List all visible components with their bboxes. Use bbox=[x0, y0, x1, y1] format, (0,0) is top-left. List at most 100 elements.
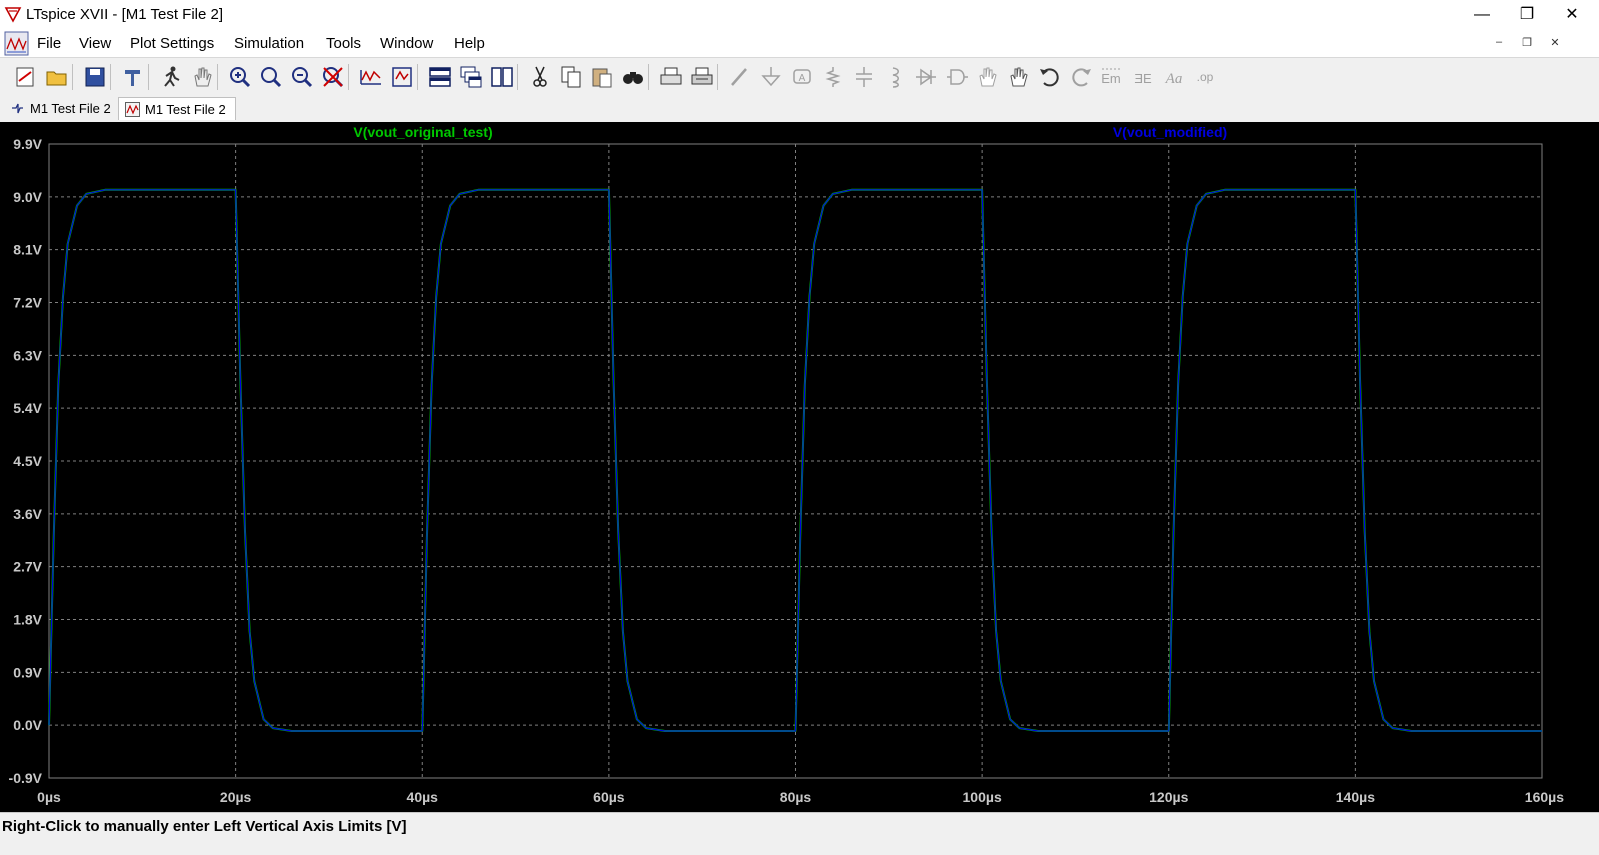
move-icon[interactable] bbox=[975, 64, 1001, 90]
toolbar-separator bbox=[148, 64, 149, 90]
toolbar-separator bbox=[110, 64, 111, 90]
mdi-close-button[interactable]: ✕ bbox=[1544, 36, 1566, 54]
x-tick-label[interactable]: 120µs bbox=[1149, 789, 1188, 805]
toolbar-separator bbox=[348, 64, 349, 90]
maximize-button[interactable]: ❐ bbox=[1507, 4, 1547, 26]
tile-vertical-icon[interactable] bbox=[489, 64, 515, 90]
x-tick-label[interactable]: 80µs bbox=[780, 789, 812, 805]
waveform-plot-pane[interactable]: 9.9V 9.0V 8.1V 7.2V 6.3V 5.4V 4.5V 3.6V 2.7V 1.8V… bbox=[0, 122, 1599, 812]
folder-icon[interactable] bbox=[44, 64, 70, 90]
print-setup-icon[interactable] bbox=[658, 64, 684, 90]
menu-tools[interactable]: Tools bbox=[326, 35, 361, 52]
drag-icon[interactable] bbox=[1006, 64, 1032, 90]
title-bar: LTspice XVII - [M1 Test File 2] — ❐ ✕ bbox=[0, 0, 1599, 30]
y-tick-label[interactable]: 9.0V bbox=[13, 189, 42, 205]
y-tick-label[interactable]: 3.6V bbox=[13, 506, 42, 522]
mdi-restore-button[interactable]: ❐ bbox=[1516, 36, 1538, 54]
svg-text:ƎE: ƎE bbox=[1134, 71, 1152, 86]
redo-icon[interactable] bbox=[1068, 64, 1094, 90]
menu-view[interactable]: View bbox=[79, 35, 111, 52]
menu-bar: File View Plot Settings Simulation Tools… bbox=[0, 30, 1599, 57]
tab-waveform[interactable]: M1 Test File 2 bbox=[118, 97, 236, 120]
svg-text:.op: .op bbox=[1197, 70, 1214, 84]
window-title: LTspice XVII - [M1 Test File 2] bbox=[26, 6, 224, 23]
wire-icon[interactable] bbox=[727, 64, 753, 90]
menu-simulation[interactable]: Simulation bbox=[234, 35, 304, 52]
open-icon[interactable] bbox=[13, 64, 39, 90]
find-icon[interactable] bbox=[620, 64, 646, 90]
mirror-icon[interactable]: ƎE bbox=[1130, 64, 1156, 90]
y-tick-label[interactable]: -0.9V bbox=[9, 770, 43, 786]
y-tick-label[interactable]: 6.3V bbox=[13, 347, 42, 363]
diode-icon[interactable] bbox=[913, 64, 939, 90]
label-icon[interactable]: A bbox=[789, 64, 815, 90]
component-icon[interactable] bbox=[944, 64, 970, 90]
x-tick-label[interactable]: 140µs bbox=[1336, 789, 1375, 805]
mdi-minimize-button[interactable]: – bbox=[1488, 36, 1510, 54]
zoom-out-icon[interactable] bbox=[289, 64, 315, 90]
hammer-control-panel-icon[interactable] bbox=[120, 64, 146, 90]
print-icon[interactable] bbox=[689, 64, 715, 90]
undo-icon[interactable] bbox=[1037, 64, 1063, 90]
status-bar: Right-Click to manually enter Left Verti… bbox=[0, 812, 1599, 855]
x-tick-label[interactable]: 100µs bbox=[963, 789, 1002, 805]
menu-plot-settings[interactable]: Plot Settings bbox=[130, 35, 214, 52]
y-tick-label[interactable]: 8.1V bbox=[13, 242, 42, 258]
resistor-icon[interactable] bbox=[820, 64, 846, 90]
menu-file[interactable]: File bbox=[37, 35, 61, 52]
pan-hand-icon[interactable] bbox=[189, 64, 215, 90]
x-tick-label[interactable]: 0µs bbox=[37, 789, 61, 805]
minimize-button[interactable]: — bbox=[1462, 4, 1502, 26]
rotate-icon[interactable]: Em bbox=[1099, 64, 1125, 90]
y-tick-label[interactable]: 2.7V bbox=[13, 559, 42, 575]
y-tick-label[interactable]: 5.4V bbox=[13, 400, 42, 416]
inductor-icon[interactable] bbox=[882, 64, 908, 90]
mark-unconnected-icon[interactable] bbox=[389, 64, 415, 90]
ground-icon[interactable] bbox=[758, 64, 784, 90]
spice-directive-icon[interactable]: .op bbox=[1192, 64, 1218, 90]
x-tick-label[interactable]: 20µs bbox=[220, 789, 252, 805]
copy-icon[interactable] bbox=[558, 64, 584, 90]
waveform-chart[interactable]: 9.9V 9.0V 8.1V 7.2V 6.3V 5.4V 4.5V 3.6V 2.7V 1.8V… bbox=[0, 122, 1599, 812]
x-tick-label[interactable]: 40µs bbox=[407, 789, 439, 805]
toolbar-separator bbox=[648, 64, 649, 90]
tab-label: M1 Test File 2 bbox=[30, 101, 111, 116]
trace-label-vout-modified[interactable]: V(vout_modified) bbox=[1113, 124, 1227, 140]
zoom-in-icon[interactable] bbox=[227, 64, 253, 90]
svg-text:Em: Em bbox=[1101, 71, 1121, 86]
menu-help[interactable]: Help bbox=[454, 35, 485, 52]
x-tick-label[interactable]: 60µs bbox=[593, 789, 625, 805]
tile-horizontal-icon[interactable] bbox=[427, 64, 453, 90]
close-button[interactable]: ✕ bbox=[1552, 4, 1592, 26]
text-icon[interactable]: Aa bbox=[1161, 64, 1187, 90]
save-icon[interactable] bbox=[82, 64, 108, 90]
svg-text:A: A bbox=[799, 73, 806, 84]
ltspice-logo-icon bbox=[4, 7, 22, 23]
paste-icon[interactable] bbox=[589, 64, 615, 90]
toolbar-separator bbox=[417, 64, 418, 90]
cut-icon[interactable] bbox=[527, 64, 553, 90]
trace-label-vout-original-test[interactable]: V(vout_original_test) bbox=[353, 124, 492, 140]
toolbar-separator bbox=[517, 64, 518, 90]
y-tick-label[interactable]: 7.2V bbox=[13, 295, 42, 311]
y-tick-label[interactable]: 0.0V bbox=[13, 717, 42, 733]
zoom-cancel-icon[interactable] bbox=[320, 64, 346, 90]
zoom-full-icon[interactable] bbox=[258, 64, 284, 90]
document-tab-bar: M1 Test File 2 M1 Test File 2 bbox=[0, 95, 1599, 123]
y-tick-label[interactable]: 4.5V bbox=[13, 453, 42, 469]
autorange-icon[interactable] bbox=[358, 64, 384, 90]
capacitor-icon[interactable] bbox=[851, 64, 877, 90]
y-tick-label[interactable]: 9.9V bbox=[13, 136, 42, 152]
x-tick-label[interactable]: 160µs bbox=[1525, 789, 1564, 805]
y-tick-label[interactable]: 1.8V bbox=[13, 612, 42, 628]
tab-schematic[interactable]: M1 Test File 2 bbox=[4, 97, 116, 120]
tab-label: M1 Test File 2 bbox=[145, 102, 226, 117]
menu-window[interactable]: Window bbox=[380, 35, 433, 52]
toolbar: A Em ƎE Aa .op bbox=[0, 57, 1599, 97]
cascade-icon[interactable] bbox=[458, 64, 484, 90]
schematic-icon bbox=[12, 103, 23, 114]
run-icon[interactable] bbox=[158, 64, 184, 90]
y-tick-label[interactable]: 0.9V bbox=[13, 664, 42, 680]
svg-text:Aa: Aa bbox=[1165, 71, 1183, 87]
status-text: Right-Click to manually enter Left Verti… bbox=[2, 818, 407, 835]
